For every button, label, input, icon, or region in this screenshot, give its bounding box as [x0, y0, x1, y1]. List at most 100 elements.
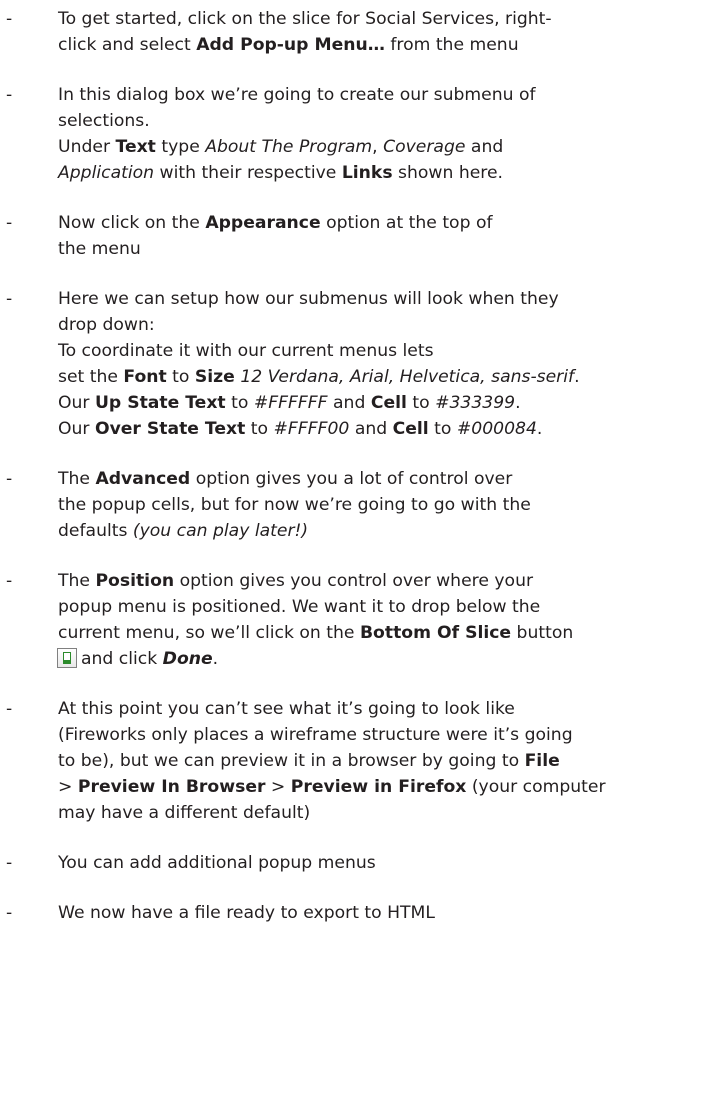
text-line: Here we can setup how our submenus will … [58, 286, 707, 312]
bullet-dash: - [6, 85, 13, 105]
italic-text: Application [58, 163, 155, 183]
bottom-of-slice-icon [57, 648, 77, 668]
list-item: - The Position option gives you control o… [0, 568, 707, 672]
text-line: drop down: [58, 312, 707, 338]
bold-text: Cell [370, 393, 407, 413]
text-run: to be), but we can preview it in a brows… [58, 751, 525, 771]
bullet-dash: - [6, 289, 13, 309]
text-line: current menu, so we’ll click on the Bott… [58, 620, 707, 646]
italic-text: #000084 [456, 419, 537, 439]
text-run: and [349, 419, 393, 439]
text-line: We now have a file ready to export to HT… [58, 900, 707, 926]
text-run: the popup cells, but for now we’re going… [58, 495, 531, 515]
text-run: Here we can setup how our submenus will … [58, 289, 559, 309]
bullet-dash: - [6, 213, 13, 233]
bullet-dash: - [6, 469, 13, 489]
text-run: to [406, 393, 436, 413]
text-run: > [265, 777, 291, 797]
text-run: Now click on the [58, 213, 206, 233]
text-line: You can add additional popup menus [58, 850, 707, 876]
text-line: the popup cells, but for now we’re going… [58, 492, 707, 518]
text-run: option at the top of [320, 213, 493, 233]
list-item: - The Advanced option gives you a lot of … [0, 466, 707, 544]
text-run: selections. [58, 111, 150, 131]
list-item: - You can add additional popup menus [0, 850, 707, 876]
text-run: . [574, 367, 580, 387]
text-run: to [428, 419, 457, 439]
text-line: click and select Add Pop-up Menu… from t… [58, 32, 707, 58]
bullet-dash: - [6, 9, 13, 29]
bullet-dash: - [6, 853, 13, 873]
text-line: the menu [58, 236, 707, 262]
text-run: Under [58, 137, 116, 157]
text-line: Our Over State Text to #FFFF00 and Cell … [58, 416, 707, 442]
list-item: - Now click on the Appearance option at t… [0, 210, 707, 262]
text-line: Under Text type About The Program, Cover… [58, 134, 707, 160]
italic-text: #FFFFFF [253, 393, 328, 413]
text-line: defaults (you can play later!) [58, 518, 707, 544]
italic-text: #333399 [435, 393, 516, 413]
text-line: to be), but we can preview it in a brows… [58, 748, 707, 774]
text-run: At this point you can’t see what it’s go… [58, 699, 515, 719]
text-run: The [58, 571, 96, 591]
italic-text: Coverage [383, 137, 466, 157]
list-item: - At this point you can’t see what it’s g… [0, 696, 707, 826]
bold-text: Size [194, 367, 235, 387]
text-run: Our [58, 393, 95, 413]
bold-text: Text [115, 137, 156, 157]
bold-text: Advanced [95, 469, 191, 489]
text-run: to [225, 393, 254, 413]
bold-text: Position [95, 571, 175, 591]
bold-italic-text: Done [162, 649, 213, 669]
bold-text: Add Pop-up Menu… [196, 35, 385, 55]
bold-text: Cell [392, 419, 429, 439]
text-run: (Fireworks only places a wireframe struc… [58, 725, 573, 745]
text-line: At this point you can’t see what it’s go… [58, 696, 707, 722]
text-run: and click [81, 649, 163, 669]
list-item: - To get started, click on the slice for … [0, 6, 707, 58]
text-run: and [465, 137, 504, 157]
text-run: defaults [58, 521, 133, 541]
text-run: with their respective [154, 163, 342, 183]
italic-text: About The Program [205, 137, 373, 157]
text-line: To get started, click on the slice for S… [58, 6, 707, 32]
text-run: drop down: [58, 315, 155, 335]
bold-text: Bottom Of Slice [359, 623, 512, 643]
text-line: The Position option gives you control ov… [58, 568, 707, 594]
text-line: set the Font to Size 12 Verdana, Arial, … [58, 364, 707, 390]
text-run: . [515, 393, 521, 413]
text-run: The [58, 469, 96, 489]
text-run: type [155, 137, 206, 157]
bold-text: Links [341, 163, 393, 183]
text-line: may have a different default) [58, 800, 707, 826]
text-run: We now have a file ready to export to HT… [58, 903, 435, 923]
text-run: the menu [58, 239, 141, 259]
text-run: option gives you control over where your [174, 571, 534, 591]
bullet-dash: - [6, 903, 13, 923]
text-run: from the menu [384, 35, 519, 55]
list-item: - In this dialog box we’re going to creat… [0, 82, 707, 186]
text-run: set the [58, 367, 124, 387]
italic-text: #FFFF00 [273, 419, 350, 439]
text-line: Application with their respective Links … [58, 160, 707, 186]
text-line: In this dialog box we’re going to create… [58, 82, 707, 108]
text-run: > [58, 777, 78, 797]
text-line: selections. [58, 108, 707, 134]
bold-text: Appearance [205, 213, 321, 233]
text-run: to [245, 419, 274, 439]
text-run: . [536, 419, 543, 439]
text-run: To coordinate it with our current menus … [58, 341, 434, 361]
bold-text: Font [123, 367, 167, 387]
text-run: popup menu is positioned. We want it to … [58, 597, 541, 617]
text-run: option gives you a lot of control over [190, 469, 513, 489]
text-run: In this dialog box we’re going to create… [58, 85, 536, 105]
text-run: (your computer [466, 777, 606, 797]
list-item: - We now have a file ready to export to H… [0, 900, 707, 926]
text-run: click and select [58, 35, 197, 55]
text-line: (Fireworks only places a wireframe struc… [58, 722, 707, 748]
text-run: . [212, 649, 219, 669]
text-line: popup menu is positioned. We want it to … [58, 594, 707, 620]
text-run: Our [58, 419, 95, 439]
text-run: To get started, click on the slice for S… [58, 9, 552, 29]
list-item: - Here we can setup how our submenus will… [0, 286, 707, 442]
